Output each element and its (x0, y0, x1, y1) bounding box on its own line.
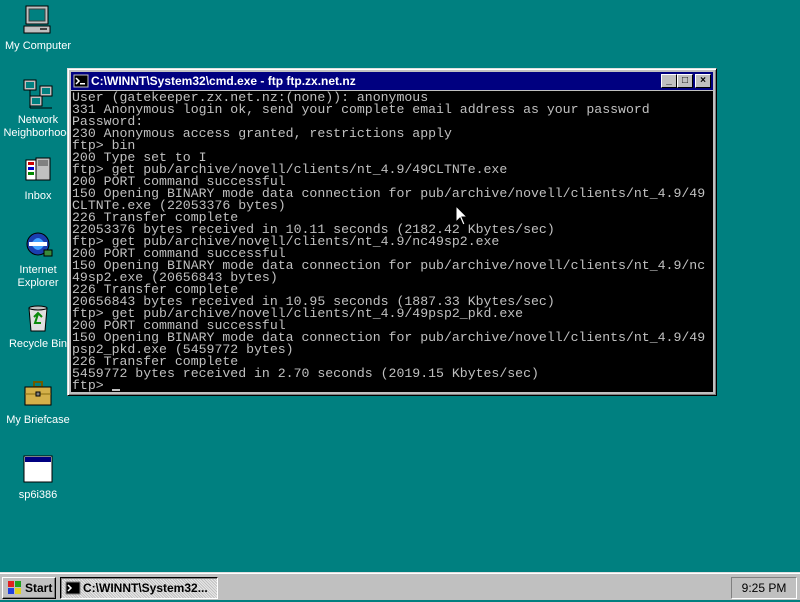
console-prompt: ftp> (72, 378, 112, 392)
start-button[interactable]: Start (2, 577, 56, 599)
windows-logo-icon (6, 580, 24, 596)
desktop-icon-label: My Computer (4, 40, 72, 52)
console-line: 230 Anonymous access granted, restrictio… (72, 126, 452, 141)
console-prompt-line[interactable]: ftp> (72, 378, 713, 392)
console-output[interactable]: User (gatekeeper.zx.net.nz:(none)): anon… (71, 91, 713, 392)
desktop-icon-label: My Briefcase (6, 414, 70, 426)
taskbar: Start C:\WINNT\System32... 9:25 PM (0, 572, 800, 600)
desktop-icon-inbox[interactable]: Inbox (0, 154, 76, 203)
console-window[interactable]: C:\WINNT\System32\cmd.exe - ftp ftp.zx.n… (67, 68, 717, 396)
taskbar-button-cmd[interactable]: C:\WINNT\System32... (60, 577, 218, 599)
network-neighborhood-label: Network Neighborhood (3, 114, 73, 139)
mouse-pointer-icon (455, 204, 469, 227)
inbox-icon (22, 154, 54, 186)
desktop-icon-label: Recycle Bin (8, 338, 68, 350)
text-cursor (111, 389, 120, 391)
start-label: Start (25, 581, 53, 595)
application-window-icon (22, 453, 54, 485)
system-tray-clock[interactable]: 9:25 PM (731, 577, 797, 599)
desktop-icon-my-computer[interactable]: My Computer (0, 4, 76, 53)
taskbar-button-label: C:\WINNT\System32... (83, 581, 208, 595)
console-icon (65, 580, 81, 596)
desktop-icon-network-neighborhood[interactable]: Network Neighborhood (0, 78, 76, 140)
my-computer-icon (22, 4, 54, 36)
desktop-icon-internet-explorer[interactable]: Internet Explorer (0, 228, 76, 290)
internet-explorer-icon (22, 228, 54, 260)
clock-time: 9:25 PM (741, 581, 787, 595)
desktop-icon-label: Network Neighborhood (0, 114, 76, 140)
desktop-icon-label: Inbox (24, 190, 52, 202)
briefcase-icon (22, 378, 54, 410)
minimize-icon: _ (666, 75, 672, 86)
network-neighborhood-icon (22, 78, 54, 110)
desktop-icon-label: sp6i386 (18, 489, 58, 501)
console-system-menu-icon[interactable] (73, 73, 89, 89)
internet-explorer-label: Internet Explorer (17, 264, 59, 289)
recycle-bin-icon (22, 302, 54, 334)
desktop-icon-my-briefcase[interactable]: My Briefcase (0, 378, 76, 427)
window-titlebar[interactable]: C:\WINNT\System32\cmd.exe - ftp ftp.zx.n… (71, 72, 713, 90)
maximize-icon: □ (681, 75, 689, 86)
close-icon: × (700, 75, 706, 86)
console-line: 5459772 bytes received in 2.70 seconds (… (72, 366, 539, 381)
close-button[interactable]: × (695, 74, 711, 88)
console-line: 331 Anonymous login ok, send your comple… (72, 102, 650, 117)
window-title: C:\WINNT\System32\cmd.exe - ftp ftp.zx.n… (91, 74, 356, 88)
maximize-button[interactable]: □ (677, 74, 693, 88)
desktop-icon-sp6i386[interactable]: sp6i386 (0, 453, 76, 502)
minimize-button[interactable]: _ (661, 74, 677, 88)
desktop-icon-label: Internet Explorer (0, 264, 76, 290)
desktop-icon-recycle-bin[interactable]: Recycle Bin (0, 302, 76, 351)
